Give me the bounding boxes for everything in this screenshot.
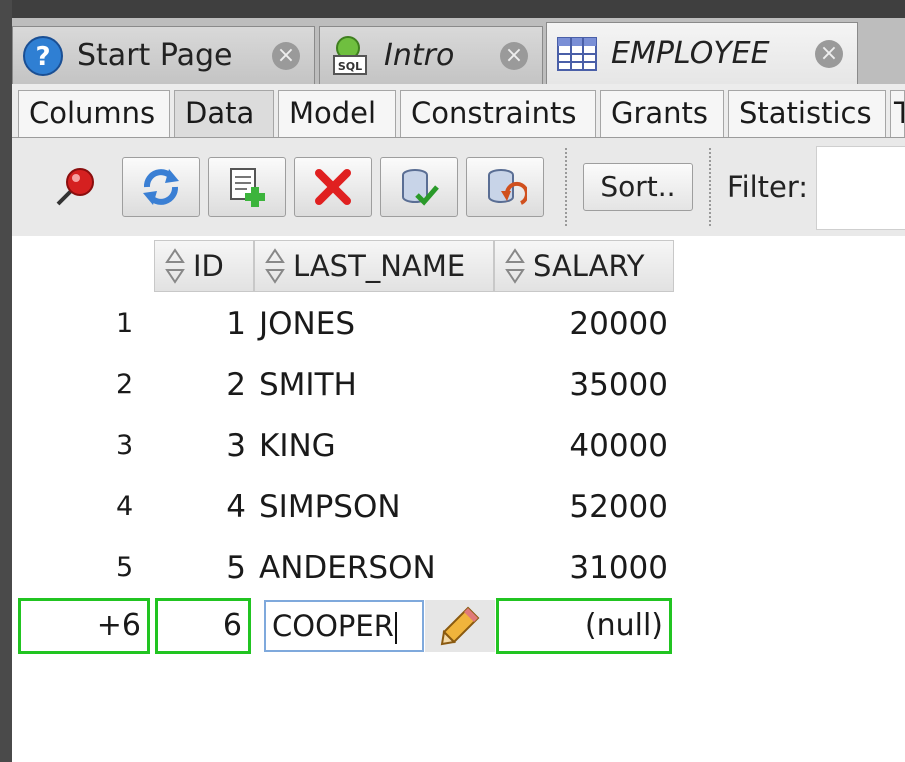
cell-id[interactable]: 5: [226, 546, 246, 590]
cell-id[interactable]: 3: [226, 424, 246, 468]
commit-icon: [402, 169, 439, 206]
last-name-edit-field[interactable]: COOPER: [264, 600, 424, 652]
cell-last-name[interactable]: KING: [259, 424, 336, 468]
new-cell-id[interactable]: 6: [155, 598, 251, 654]
document-tab-bar: ? Start Page × SQL Intro × EMPLOYEE ×: [12, 18, 905, 84]
column-header-id[interactable]: ID: [154, 240, 254, 292]
cell-salary[interactable]: 31000: [569, 546, 668, 590]
cell-last-name[interactable]: SMITH: [259, 363, 357, 407]
row-number: 2: [116, 369, 134, 400]
edit-value-button[interactable]: [425, 600, 495, 652]
window-top-strip: [12, 0, 905, 18]
cell-last-name[interactable]: SIMPSON: [259, 485, 401, 529]
cell-salary[interactable]: 20000: [569, 302, 668, 346]
column-header-label: ID: [193, 249, 224, 283]
row-number: 3: [116, 430, 134, 461]
tab-grants[interactable]: Grants: [600, 90, 724, 137]
tab-label: EMPLOYEE: [611, 36, 770, 71]
row-number: 4: [116, 491, 134, 522]
window-frame: [0, 0, 12, 762]
cell-salary[interactable]: 40000: [569, 424, 668, 468]
row-number: 1: [116, 308, 134, 339]
column-header-last-name[interactable]: LAST_NAME: [254, 240, 494, 292]
refresh-icon: [143, 169, 179, 205]
row-number: 5: [116, 552, 134, 583]
commit-button[interactable]: [380, 157, 458, 217]
close-icon[interactable]: ×: [500, 41, 528, 70]
insert-row-button[interactable]: [208, 157, 286, 217]
edit-field-value: COOPER: [272, 609, 394, 643]
sort-arrows-icon: [265, 248, 285, 284]
close-icon[interactable]: ×: [272, 41, 300, 70]
tab-employee[interactable]: EMPLOYEE ×: [546, 22, 858, 84]
new-cell-salary[interactable]: (null): [496, 598, 672, 654]
toolbar-separator: [709, 148, 711, 226]
tab-constraints[interactable]: Constraints: [400, 90, 596, 137]
sort-button[interactable]: Sort..: [583, 163, 693, 211]
tab-model[interactable]: Model: [278, 90, 396, 137]
toolbar-separator: [565, 148, 567, 226]
pencil-icon: [440, 606, 480, 646]
refresh-button[interactable]: [122, 157, 200, 217]
text-caret: [394, 612, 397, 644]
column-header-label: LAST_NAME: [293, 249, 466, 283]
pin-icon[interactable]: [50, 162, 100, 212]
cell-id[interactable]: 1: [226, 302, 246, 346]
table-icon: [557, 36, 597, 71]
cell-salary[interactable]: 52000: [569, 485, 668, 529]
tab-intro[interactable]: SQL Intro ×: [319, 26, 543, 84]
editor-sub-tab-bar: Columns Data Model Constraints Grants St…: [12, 84, 905, 138]
new-row-number: +6: [18, 598, 150, 654]
tab-columns[interactable]: Columns: [18, 90, 170, 137]
sort-arrows-icon: [505, 248, 525, 284]
svg-text:SQL: SQL: [338, 60, 362, 73]
tab-overflow[interactable]: T: [890, 90, 905, 137]
tab-start-page[interactable]: ? Start Page ×: [12, 26, 315, 84]
svg-text:?: ?: [35, 42, 50, 72]
tab-data[interactable]: Data: [174, 90, 274, 137]
column-header-salary[interactable]: SALARY: [494, 240, 674, 292]
delete-row-button[interactable]: [294, 157, 372, 217]
rollback-button[interactable]: [466, 157, 544, 217]
sort-arrows-icon: [165, 248, 185, 284]
tab-label: Start Page: [77, 38, 233, 73]
cell-id[interactable]: 4: [226, 485, 246, 529]
data-toolbar: Sort.. Filter:: [12, 138, 905, 236]
filter-label: Filter:: [727, 170, 809, 204]
cell-salary[interactable]: 35000: [569, 363, 668, 407]
column-header-label: SALARY: [533, 249, 645, 283]
rollback-icon: [488, 169, 527, 205]
tab-label: Intro: [384, 38, 455, 73]
data-grid: ID LAST_NAME SALARY 1 1 JONES 20000 2 2 …: [12, 236, 905, 762]
tab-statistics[interactable]: Statistics: [728, 90, 886, 137]
cell-last-name[interactable]: JONES: [259, 302, 355, 346]
filter-input[interactable]: [816, 146, 905, 230]
sql-worksheet-icon: SQL: [333, 35, 367, 75]
cell-id[interactable]: 2: [226, 363, 246, 407]
cell-last-name[interactable]: ANDERSON: [259, 546, 436, 590]
close-icon[interactable]: ×: [815, 39, 843, 68]
help-icon: ?: [23, 35, 63, 76]
insert-row-icon: [230, 168, 265, 207]
delete-row-icon: [315, 169, 351, 205]
